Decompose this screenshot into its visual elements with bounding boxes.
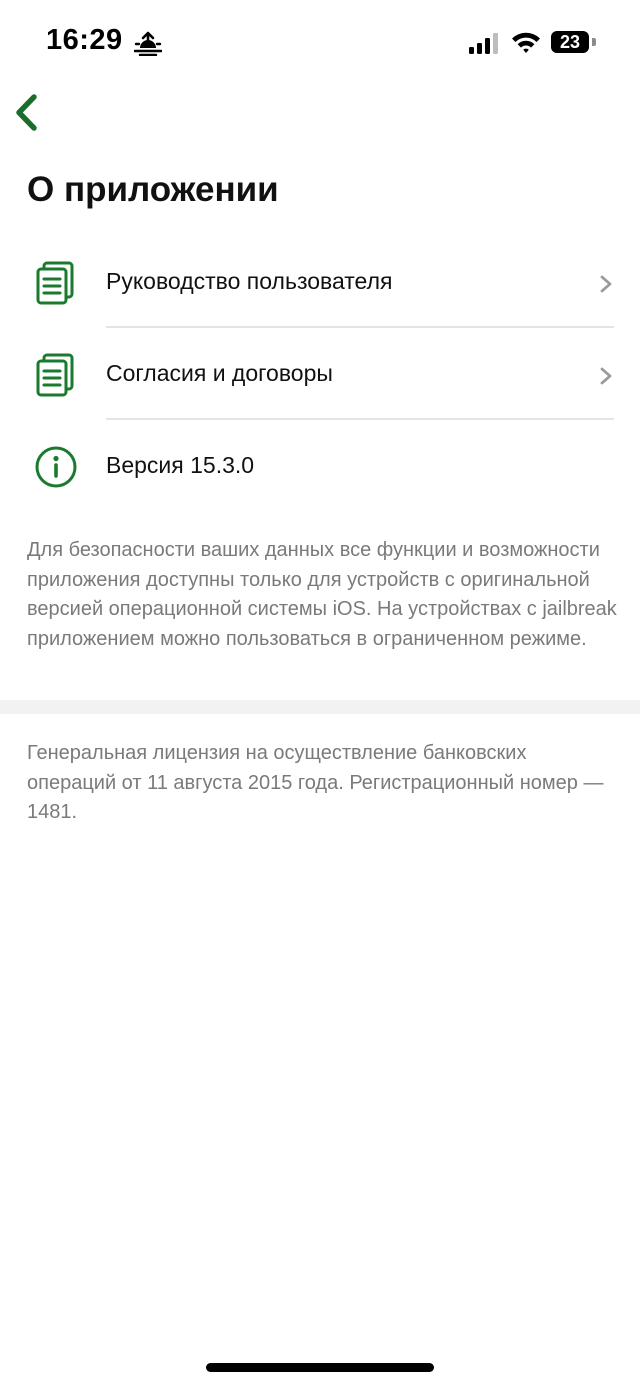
license-note: Генеральная лицензия на осуществление ба…: [27, 742, 604, 823]
section-separator: [0, 700, 640, 714]
chevron-right-icon: [600, 367, 612, 385]
chevron-right-icon: [600, 275, 612, 293]
wifi-icon: [512, 32, 540, 53]
cellular-signal-icon: [469, 33, 498, 54]
menu-item-label: Руководство пользователя: [106, 268, 393, 294]
security-note: Для безопасности ваших данных все функци…: [27, 539, 617, 650]
battery-level: 23: [559, 32, 581, 52]
menu-item-user-guide[interactable]: Руководство пользователя: [0, 236, 640, 328]
sunrise-icon: [134, 31, 162, 56]
about-menu: Руководство пользователя Согласия и дого…: [0, 236, 640, 512]
battery-icon: 23: [551, 31, 589, 53]
info-icon: [35, 446, 77, 488]
chevron-left-icon: [16, 94, 37, 131]
menu-item-label: Согласия и договоры: [106, 360, 333, 386]
documents-icon: [36, 353, 74, 397]
page-title: О приложении: [27, 170, 279, 209]
status-time: 16:29: [46, 24, 123, 56]
back-button[interactable]: [10, 90, 54, 138]
app-version: Версия 15.3.0: [106, 452, 255, 478]
menu-item-agreements[interactable]: Согласия и договоры: [0, 328, 640, 420]
home-indicator[interactable]: [206, 1363, 434, 1372]
status-bar: 16:29 23: [0, 0, 640, 86]
documents-icon: [36, 261, 74, 305]
battery-cap: [592, 38, 596, 46]
menu-item-version: Версия 15.3.0: [0, 420, 640, 512]
